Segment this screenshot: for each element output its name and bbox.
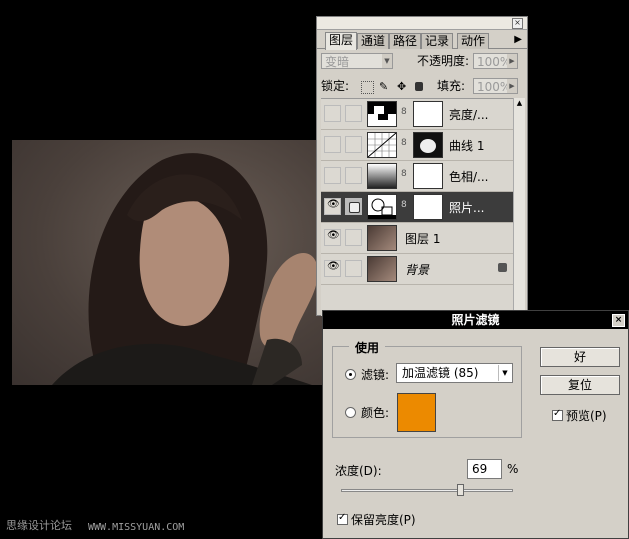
layer-row[interactable]: 8 曲线 1	[321, 130, 513, 161]
chevron-right-icon: ▶	[507, 54, 517, 68]
photo-filter-adjustment-icon	[367, 194, 397, 220]
scroll-up-icon[interactable]: ▲	[514, 98, 525, 109]
preview-label: 预览(P)	[566, 409, 607, 423]
layers-scrollbar[interactable]: ▲	[513, 98, 525, 315]
visibility-toggle[interactable]	[324, 167, 341, 184]
brightness-adjustment-icon	[367, 101, 397, 127]
filter-label: 滤镜:	[361, 368, 390, 382]
preserve-luminosity-label: 保留亮度(P)	[351, 513, 416, 527]
layer-link-box[interactable]	[345, 136, 362, 153]
portrait-image	[52, 153, 318, 385]
dialog-titlebar[interactable]: 照片滤镜 ×	[323, 311, 628, 329]
filter-select-value: 加温滤镜 (85)	[402, 366, 479, 380]
layers-panel: × 图层 通道 路径 记录 动作 ▶ 变暗 ▼ 不透明度: 100% ▶ 锁定:…	[316, 16, 528, 316]
lock-label: 锁定:	[321, 79, 350, 93]
color-label: 颜色:	[361, 406, 390, 420]
layers-panel-titlebar[interactable]: ×	[317, 17, 527, 30]
brush-edit-icon	[349, 202, 360, 213]
layer-list: 8 亮度/... 8 曲线 1 8 色相/... 👁 8 照片... 👁 图层 …	[321, 98, 513, 316]
chain-icon: 8	[401, 107, 407, 117]
tab-actions[interactable]: 动作	[457, 33, 490, 49]
layer-row[interactable]: 图层 1	[321, 223, 513, 254]
opacity-label: 不透明度:	[417, 54, 470, 68]
opacity-field[interactable]: 100% ▶	[473, 53, 518, 69]
chevron-down-icon: ▼	[382, 54, 392, 68]
layer-thumbnail	[367, 256, 397, 282]
tab-paths[interactable]: 路径	[389, 33, 422, 49]
use-group-legend: 使用	[349, 339, 386, 356]
tab-channels[interactable]: 通道	[357, 33, 390, 49]
color-radio[interactable]	[345, 407, 356, 418]
close-icon[interactable]: ×	[612, 314, 625, 327]
density-unit: %	[507, 462, 519, 476]
fill-label: 填充:	[437, 79, 466, 93]
tab-history[interactable]: 记录	[421, 33, 454, 49]
density-input[interactable]: 69	[467, 459, 502, 479]
preview-checkbox[interactable]	[552, 408, 563, 421]
move-icon[interactable]: ✥	[397, 81, 408, 92]
panel-menu-icon[interactable]: ▶	[514, 34, 522, 45]
tab-layers[interactable]: 图层	[325, 32, 358, 50]
photo-canvas	[12, 140, 324, 385]
visibility-toggle[interactable]	[324, 105, 341, 122]
layer-link-box[interactable]	[345, 229, 362, 246]
layer-mask-thumbnail[interactable]	[413, 132, 443, 158]
visibility-toggle[interactable]	[324, 136, 341, 153]
chain-icon: 8	[401, 200, 407, 210]
chevron-right-icon: ▶	[507, 79, 517, 93]
lock-icon	[498, 263, 507, 272]
density-slider-thumb[interactable]	[456, 484, 464, 496]
chevron-down-icon: ▼	[498, 365, 511, 381]
layer-link-box[interactable]	[345, 198, 362, 215]
visibility-toggle[interactable]	[324, 198, 341, 215]
density-slider-track[interactable]	[341, 489, 513, 492]
reset-button[interactable]: 复位	[540, 375, 620, 395]
layer-mask-thumbnail[interactable]	[413, 163, 443, 189]
blend-mode-select[interactable]: 变暗 ▼	[321, 53, 393, 69]
photo-filter-dialog: 照片滤镜 × 使用 滤镜: 加温滤镜 (85) ▼ 颜色: 好 复位 预览(P)…	[322, 310, 629, 539]
layer-row[interactable]: 8 亮度/...	[321, 99, 513, 130]
lock-icon[interactable]	[415, 82, 423, 91]
layer-name: 图层 1	[405, 232, 441, 246]
layer-name: 照片...	[449, 201, 485, 215]
dialog-title: 照片滤镜	[451, 313, 500, 327]
color-swatch[interactable]	[397, 393, 436, 432]
layers-panel-tabs: 图层 通道 路径 记录 动作 ▶	[317, 30, 527, 50]
chain-icon: 8	[401, 169, 407, 179]
layer-link-box[interactable]	[345, 260, 362, 277]
layer-name: 亮度/...	[449, 108, 489, 122]
visibility-toggle[interactable]	[324, 260, 341, 277]
layer-name: 曲线 1	[449, 139, 485, 153]
layer-mask-thumbnail[interactable]	[413, 101, 443, 127]
visibility-toggle[interactable]	[324, 229, 341, 246]
ok-button[interactable]: 好	[540, 347, 620, 367]
layer-name: 色相/...	[449, 170, 489, 184]
layer-mask-thumbnail[interactable]	[413, 194, 443, 220]
layer-row[interactable]: 背景	[321, 254, 513, 285]
density-label: 浓度(D):	[335, 464, 382, 478]
preserve-luminosity-checkbox[interactable]	[337, 512, 348, 525]
watermark-left: 思缘设计论坛	[6, 519, 72, 532]
fill-field[interactable]: 100% ▶	[473, 78, 518, 94]
brush-icon[interactable]: ✎	[379, 81, 390, 92]
watermark-right: WWW.MISSYUAN.COM	[88, 522, 185, 533]
layer-row[interactable]: 8 色相/...	[321, 161, 513, 192]
hue-saturation-adjustment-icon	[367, 163, 397, 189]
layer-row-selected[interactable]: 8 照片...	[321, 192, 513, 223]
lock-transparency-icon[interactable]	[361, 81, 374, 94]
blend-mode-value: 变暗	[325, 55, 350, 69]
layer-thumbnail	[367, 225, 397, 251]
curves-adjustment-icon	[367, 132, 397, 158]
layer-link-box[interactable]	[345, 167, 362, 184]
close-icon[interactable]: ×	[512, 18, 523, 29]
layer-link-box[interactable]	[345, 105, 362, 122]
chain-icon: 8	[401, 138, 407, 148]
filter-radio[interactable]	[345, 369, 356, 380]
layer-name: 背景	[405, 263, 430, 277]
filter-select[interactable]: 加温滤镜 (85) ▼	[396, 363, 513, 383]
